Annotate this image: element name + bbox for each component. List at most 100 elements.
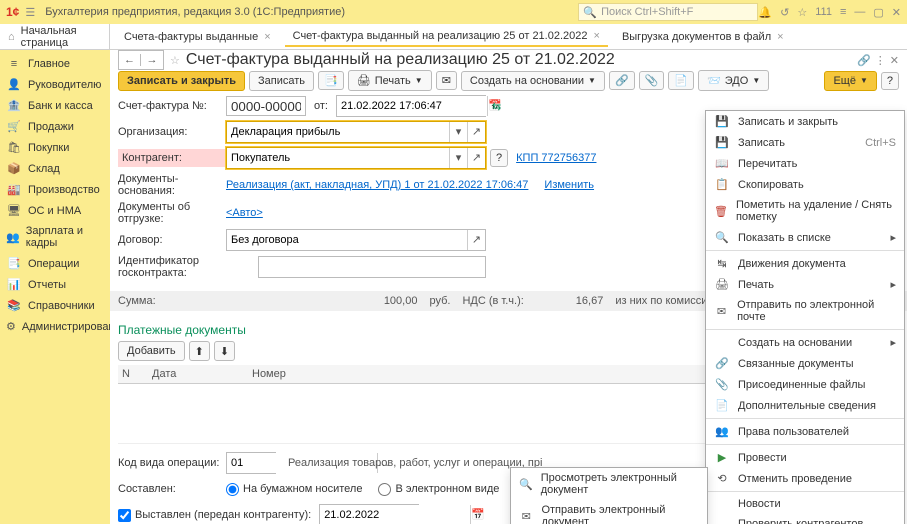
main-menu-icon[interactable]: ☰: [25, 6, 35, 19]
kpp-link[interactable]: КПП 772756377: [516, 152, 596, 164]
sidebar-item[interactable]: 👤Руководителю: [0, 74, 110, 95]
create-based-button[interactable]: Создать на основании ▼: [461, 71, 605, 91]
issued-checkbox[interactable]: Выставлен (передан контрагенту):: [118, 509, 311, 522]
tab[interactable]: Выгрузка документов в файл×: [614, 28, 792, 46]
menu-item[interactable]: 🗑Пометить на удаление / Снять пометку: [706, 195, 904, 227]
sidebar-item[interactable]: 📊Отчеты: [0, 274, 110, 295]
settings-icon[interactable]: ≡: [840, 6, 846, 18]
menu-item[interactable]: Новости: [706, 494, 904, 514]
email-button[interactable]: ✉: [436, 71, 457, 90]
move-up-button[interactable]: ⬆: [189, 341, 210, 361]
compiled-label: Составлен:: [118, 483, 226, 495]
favorite-star-icon[interactable]: ☆: [170, 54, 180, 67]
related-button[interactable]: 🔗: [609, 71, 635, 90]
sidebar-item[interactable]: 📦Склад: [0, 158, 110, 179]
menu-item[interactable]: ✉Отправить электронный документ: [511, 500, 707, 524]
info-button[interactable]: 📄: [668, 71, 694, 90]
contract-field[interactable]: ↗: [226, 229, 486, 251]
move-down-button[interactable]: ⬇: [214, 341, 235, 361]
menu-item[interactable]: Проверить контрагентов: [706, 514, 904, 524]
save-close-button[interactable]: Записать и закрыть: [118, 71, 245, 91]
close-icon[interactable]: ✕: [892, 6, 901, 19]
menu-item[interactable]: 💾ЗаписатьCtrl+S: [706, 132, 904, 153]
menu-item[interactable]: ▶Провести: [706, 447, 904, 468]
star-icon[interactable]: ☆: [797, 6, 807, 19]
menu-item[interactable]: 🔗Связанные документы: [706, 353, 904, 374]
menu-item[interactable]: 📋Скопировать: [706, 174, 904, 195]
issued-date-field[interactable]: 📅: [319, 504, 419, 524]
help-button[interactable]: ?: [881, 72, 899, 90]
radio-paper[interactable]: На бумажном носителе: [226, 483, 362, 496]
close-tab-icon[interactable]: ×: [264, 31, 270, 43]
attach-button[interactable]: 📎: [639, 71, 665, 90]
bell-icon[interactable]: 🔔: [758, 6, 772, 19]
close-tab-icon[interactable]: ×: [777, 31, 783, 43]
sidebar-item[interactable]: 🏭Производство: [0, 179, 110, 200]
edo-button[interactable]: 📨 ЭДО ▼: [698, 70, 769, 91]
sidebar-item[interactable]: 🛒Продажи: [0, 116, 110, 137]
org-field[interactable]: ▾ ↗: [226, 121, 486, 143]
sidebar-label: Операции: [28, 258, 79, 270]
op-code-field[interactable]: …: [226, 452, 276, 474]
minimize-icon[interactable]: —: [854, 6, 865, 18]
menu-item[interactable]: 📄Дополнительные сведения: [706, 395, 904, 416]
calendar-icon[interactable]: 📅: [470, 505, 485, 524]
contractor-field[interactable]: ▾ ↗: [226, 147, 486, 169]
shipment-link[interactable]: <Авто>: [226, 207, 263, 219]
tab[interactable]: Счет-фактура выданный на реализацию 25 о…: [285, 27, 608, 47]
menu-item[interactable]: 👥Права пользователей: [706, 421, 904, 442]
menu-item[interactable]: 📖Перечитать: [706, 153, 904, 174]
menu-item[interactable]: ✉Отправить по электронной почте: [706, 295, 904, 327]
more-header-icon[interactable]: ⋮: [875, 54, 886, 67]
basis-change-link[interactable]: Изменить: [544, 179, 594, 191]
link-icon[interactable]: 🔗: [857, 54, 871, 67]
sidebar: ≡Главное👤Руководителю🏦Банк и касса🛒Прода…: [0, 50, 110, 524]
menu-item[interactable]: Создать на основании▸: [706, 332, 904, 353]
tab-home[interactable]: ⌂ Начальная страница: [0, 24, 110, 49]
dropdown-icon[interactable]: ▾: [449, 122, 467, 142]
open-icon[interactable]: ↗: [467, 122, 485, 142]
menu-icon: 🗑: [714, 205, 728, 218]
sidebar-icon: ⚙: [6, 320, 16, 333]
sidebar-item[interactable]: 📚Справочники: [0, 295, 110, 316]
menu-item[interactable]: 🔍Просмотреть электронный документ: [511, 468, 707, 500]
nav-back[interactable]: ←: [119, 54, 141, 66]
print-button[interactable]: 🖨 Печать ▼: [348, 70, 432, 91]
save-button[interactable]: Записать: [249, 71, 314, 91]
search-icon: 🔍: [583, 6, 597, 19]
tab[interactable]: Счета-фактуры выданные×: [116, 28, 279, 46]
menu-item[interactable]: 💾Записать и закрыть: [706, 111, 904, 132]
post-button[interactable]: 📑: [318, 71, 344, 90]
nav-forward[interactable]: →: [141, 54, 163, 66]
menu-item[interactable]: ⟲Отменить проведение: [706, 468, 904, 489]
history-icon[interactable]: ↺: [780, 6, 789, 19]
maximize-icon[interactable]: ▢: [873, 6, 883, 19]
sidebar-item[interactable]: 🖥ОС и НМА: [0, 200, 110, 221]
sidebar-item[interactable]: 📑Операции: [0, 253, 110, 274]
sidebar-item[interactable]: ⚙Администрирование: [0, 316, 110, 337]
sidebar-item[interactable]: 👥Зарплата и кадры: [0, 221, 110, 253]
sidebar-item[interactable]: 🏦Банк и касса: [0, 95, 110, 116]
menu-item[interactable]: 🔍Показать в списке▸: [706, 227, 904, 248]
more-button[interactable]: Ещё ▼: [824, 71, 876, 91]
close-tab-icon[interactable]: ×: [594, 30, 600, 42]
radio-electronic[interactable]: В электронном виде: [378, 483, 499, 496]
sidebar-item[interactable]: 🛍Покупки: [0, 137, 110, 158]
menu-item[interactable]: 🖨Печать▸: [706, 274, 904, 295]
open-icon[interactable]: ↗: [467, 148, 485, 168]
sidebar-item[interactable]: ≡Главное: [0, 54, 110, 74]
number-input[interactable]: [226, 96, 306, 116]
date-field[interactable]: 📅: [336, 95, 486, 117]
contractor-help-button[interactable]: ?: [490, 149, 508, 167]
close-doc-icon[interactable]: ✕: [890, 54, 899, 67]
global-search[interactable]: 🔍 Поиск Ctrl+Shift+F: [578, 3, 758, 21]
document-title: Счет-фактура выданный на реализацию 25 о…: [186, 51, 615, 69]
ident-field[interactable]: [258, 256, 486, 278]
dropdown-icon[interactable]: ▾: [449, 148, 467, 168]
open-icon[interactable]: ↗: [467, 230, 485, 250]
menu-item[interactable]: ↹Движения документа: [706, 253, 904, 274]
add-payment-button[interactable]: Добавить: [118, 341, 185, 361]
menu-item[interactable]: 📎Присоединенные файлы: [706, 374, 904, 395]
basis-link[interactable]: Реализация (акт, накладная, УПД) 1 от 21…: [226, 179, 528, 191]
refresh-icon[interactable]: ⇆: [492, 100, 501, 113]
